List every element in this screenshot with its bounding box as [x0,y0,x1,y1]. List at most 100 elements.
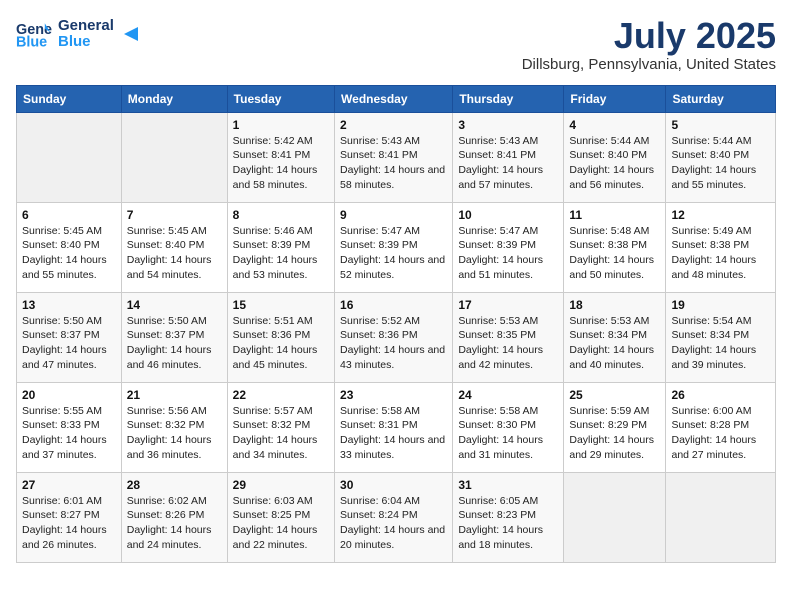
day-info: Sunrise: 5:47 AMSunset: 8:39 PMDaylight:… [340,224,447,283]
day-number: 1 [233,118,329,132]
calendar-cell: 22 Sunrise: 5:57 AMSunset: 8:32 PMDayligh… [227,382,334,472]
day-of-week-header: Monday [121,85,227,112]
calendar-cell: 4 Sunrise: 5:44 AMSunset: 8:40 PMDaylight… [564,112,666,202]
day-number: 27 [22,478,116,492]
day-info: Sunrise: 5:54 AMSunset: 8:34 PMDaylight:… [671,314,770,373]
calendar-cell: 7 Sunrise: 5:45 AMSunset: 8:40 PMDaylight… [121,202,227,292]
day-info: Sunrise: 5:45 AMSunset: 8:40 PMDaylight:… [127,224,222,283]
day-info: Sunrise: 5:56 AMSunset: 8:32 PMDaylight:… [127,404,222,463]
day-of-week-header: Tuesday [227,85,334,112]
day-info: Sunrise: 5:55 AMSunset: 8:33 PMDaylight:… [22,404,116,463]
calendar-cell: 25 Sunrise: 5:59 AMSunset: 8:29 PMDayligh… [564,382,666,472]
calendar-cell: 8 Sunrise: 5:46 AMSunset: 8:39 PMDaylight… [227,202,334,292]
calendar-cell: 2 Sunrise: 5:43 AMSunset: 8:41 PMDaylight… [335,112,453,202]
logo-arrow-icon [120,23,142,45]
calendar-cell: 19 Sunrise: 5:54 AMSunset: 8:34 PMDayligh… [666,292,776,382]
calendar-cell: 3Sunrise: 5:43 AMSunset: 8:41 PMDaylight… [453,112,564,202]
calendar-cell: 28Sunrise: 6:02 AMSunset: 8:26 PMDayligh… [121,472,227,562]
day-info: Sunrise: 5:44 AMSunset: 8:40 PMDaylight:… [569,134,660,193]
day-number: 19 [671,298,770,312]
day-number: 17 [458,298,558,312]
day-of-week-header: Wednesday [335,85,453,112]
day-number: 2 [340,118,447,132]
day-info: Sunrise: 5:58 AMSunset: 8:30 PMDaylight:… [458,404,558,463]
day-of-week-header: Sunday [17,85,122,112]
day-info: Sunrise: 6:01 AMSunset: 8:27 PMDaylight:… [22,494,116,553]
day-info: Sunrise: 5:50 AMSunset: 8:37 PMDaylight:… [127,314,222,373]
day-info: Sunrise: 5:52 AMSunset: 8:36 PMDaylight:… [340,314,447,373]
day-info: Sunrise: 5:46 AMSunset: 8:39 PMDaylight:… [233,224,329,283]
day-info: Sunrise: 5:47 AMSunset: 8:39 PMDaylight:… [458,224,558,283]
calendar-cell: 10 Sunrise: 5:47 AMSunset: 8:39 PMDayligh… [453,202,564,292]
day-number: 16 [340,298,447,312]
calendar-cell: 26 Sunrise: 6:00 AMSunset: 8:28 PMDayligh… [666,382,776,472]
day-info: Sunrise: 5:43 AMSunset: 8:41 PMDaylight:… [340,134,447,193]
day-number: 18 [569,298,660,312]
day-info: Sunrise: 5:59 AMSunset: 8:29 PMDaylight:… [569,404,660,463]
day-number: 29 [233,478,329,492]
calendar-cell: 16 Sunrise: 5:52 AMSunset: 8:36 PMDayligh… [335,292,453,382]
calendar-title: July 2025 [522,16,776,56]
calendar-cell [17,112,122,202]
calendar-week-row: 6 Sunrise: 5:45 AMSunset: 8:40 PMDaylight… [17,202,776,292]
day-number: 26 [671,388,770,402]
day-info: Sunrise: 5:45 AMSunset: 8:40 PMDaylight:… [22,224,116,283]
day-number: 8 [233,208,329,222]
calendar-cell [564,472,666,562]
calendar-cell: 14 Sunrise: 5:50 AMSunset: 8:37 PMDayligh… [121,292,227,382]
calendar-cell: 1 Sunrise: 5:42 AMSunset: 8:41 PMDaylight… [227,112,334,202]
day-number: 23 [340,388,447,402]
calendar-week-row: 13Sunrise: 5:50 AMSunset: 8:37 PMDayligh… [17,292,776,382]
logo-blue: Blue [58,34,114,51]
day-info: Sunrise: 5:57 AMSunset: 8:32 PMDaylight:… [233,404,329,463]
day-number: 20 [22,388,116,402]
calendar-cell: 17Sunrise: 5:53 AMSunset: 8:35 PMDayligh… [453,292,564,382]
day-number: 6 [22,208,116,222]
day-number: 25 [569,388,660,402]
day-number: 9 [340,208,447,222]
day-number: 15 [233,298,329,312]
day-number: 4 [569,118,660,132]
calendar-table: SundayMondayTuesdayWednesdayThursdayFrid… [16,85,776,563]
calendar-cell: 29 Sunrise: 6:03 AMSunset: 8:25 PMDayligh… [227,472,334,562]
day-info: Sunrise: 6:05 AMSunset: 8:23 PMDaylight:… [458,494,558,553]
day-info: Sunrise: 6:00 AMSunset: 8:28 PMDaylight:… [671,404,770,463]
logo: General Blue General Blue [16,16,142,52]
day-number: 21 [127,388,222,402]
day-info: Sunrise: 5:51 AMSunset: 8:36 PMDaylight:… [233,314,329,373]
day-info: Sunrise: 5:49 AMSunset: 8:38 PMDaylight:… [671,224,770,283]
calendar-cell: 11Sunrise: 5:48 AMSunset: 8:38 PMDayligh… [564,202,666,292]
day-number: 10 [458,208,558,222]
calendar-cell: 21 Sunrise: 5:56 AMSunset: 8:32 PMDayligh… [121,382,227,472]
day-info: Sunrise: 5:53 AMSunset: 8:34 PMDaylight:… [569,314,660,373]
day-number: 14 [127,298,222,312]
day-number: 3 [458,118,558,132]
calendar-week-row: 20 Sunrise: 5:55 AMSunset: 8:33 PMDayligh… [17,382,776,472]
calendar-cell: 20 Sunrise: 5:55 AMSunset: 8:33 PMDayligh… [17,382,122,472]
calendar-cell: 6 Sunrise: 5:45 AMSunset: 8:40 PMDaylight… [17,202,122,292]
calendar-cell [666,472,776,562]
day-number: 28 [127,478,222,492]
day-info: Sunrise: 6:03 AMSunset: 8:25 PMDaylight:… [233,494,329,553]
calendar-cell: 9 Sunrise: 5:47 AMSunset: 8:39 PMDaylight… [335,202,453,292]
logo-general: General [58,18,114,35]
page-header: General Blue General Blue July 2025 Dill… [16,16,776,73]
day-of-week-header: Thursday [453,85,564,112]
svg-text:Blue: Blue [16,35,47,51]
calendar-cell: 24Sunrise: 5:58 AMSunset: 8:30 PMDayligh… [453,382,564,472]
calendar-cell: 15 Sunrise: 5:51 AMSunset: 8:36 PMDayligh… [227,292,334,382]
calendar-cell: 27 Sunrise: 6:01 AMSunset: 8:27 PMDayligh… [17,472,122,562]
day-info: Sunrise: 5:58 AMSunset: 8:31 PMDaylight:… [340,404,447,463]
calendar-cell: 31Sunrise: 6:05 AMSunset: 8:23 PMDayligh… [453,472,564,562]
logo-icon: General Blue [16,16,52,52]
calendar-cell: 18 Sunrise: 5:53 AMSunset: 8:34 PMDayligh… [564,292,666,382]
day-number: 7 [127,208,222,222]
day-number: 22 [233,388,329,402]
day-info: Sunrise: 5:42 AMSunset: 8:41 PMDaylight:… [233,134,329,193]
day-of-week-header: Friday [564,85,666,112]
calendar-cell [121,112,227,202]
day-number: 5 [671,118,770,132]
day-number: 11 [569,208,660,222]
calendar-subtitle: Dillsburg, Pennsylvania, United States [522,56,776,73]
calendar-cell: 30Sunrise: 6:04 AMSunset: 8:24 PMDayligh… [335,472,453,562]
